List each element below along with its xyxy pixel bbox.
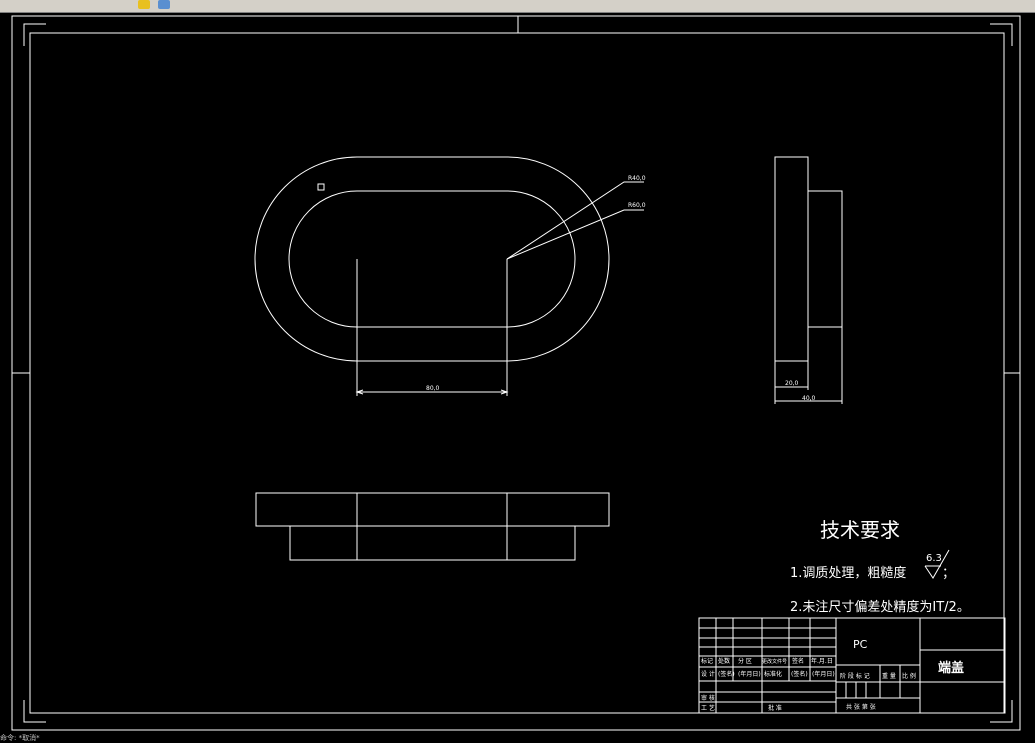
tb-label-approve: 批 准 — [768, 704, 782, 712]
tb-part-name: 端盖 — [938, 660, 964, 676]
tb-label-standard: 标准化 — [764, 670, 782, 678]
tech-requirement-1-end: ； — [942, 566, 955, 581]
tb-label-date: 年.月.日 — [811, 657, 833, 665]
front-view-inner-profile — [288, 190, 576, 328]
tb-label-design-sign: (签名) — [718, 670, 735, 678]
tb-label-weight: 重 量 — [882, 672, 896, 680]
open-file-icon[interactable] — [138, 0, 150, 9]
tech-requirement-1: 1.调质处理，粗糙度 — [790, 565, 906, 581]
tb-label-standard-sign: (签名) — [791, 670, 808, 678]
layer-icon[interactable] — [158, 0, 170, 9]
tb-label-mark: 标记 — [701, 657, 713, 665]
tb-label-design: 设 计 — [701, 670, 715, 678]
dim-text-r-outer: R60,0 — [628, 202, 646, 209]
dim-text-side-1: 20,0 — [785, 380, 799, 387]
toolbar-strip — [0, 0, 1035, 13]
front-view-outer-profile — [254, 156, 610, 362]
top-view-flange — [255, 492, 610, 527]
corner-mark-tr — [990, 23, 1013, 46]
tb-material: PC — [853, 638, 868, 651]
tb-label-scale: 比 例 — [902, 672, 916, 680]
tb-label-process: 工 艺 — [701, 704, 715, 712]
leader-r-outer — [506, 209, 644, 260]
side-view-boss — [807, 190, 843, 328]
tb-label-standard-date: (年月日) — [812, 670, 835, 678]
roughness-value: 6.3 — [926, 553, 942, 564]
tb-label-stage: 阶 段 标 记 — [840, 672, 870, 680]
tech-requirements-title: 技术要求 — [820, 518, 900, 542]
ucs-marker — [317, 183, 325, 191]
corner-mark-tl — [23, 23, 46, 46]
corner-mark-bl — [23, 700, 46, 723]
top-view-boss — [289, 525, 576, 561]
dim-text-side-2: 40,0 — [802, 395, 816, 402]
dim-text-r-inner: R40,0 — [628, 175, 646, 182]
side-view-flange — [774, 156, 809, 362]
tb-label-sheets: 共 张 第 张 — [846, 703, 876, 711]
tech-requirement-2: 2.未注尺寸偏差处精度为IT/2。 — [790, 599, 970, 615]
tb-label-sign: 签名 — [792, 657, 804, 665]
dim-text-length: 80,0 — [426, 385, 440, 392]
tb-label-design-date: (年月日) — [738, 670, 761, 678]
corner-mark-br — [990, 700, 1013, 723]
tb-label-change-doc: 更改文件号 — [762, 658, 787, 665]
drawing-canvas[interactable]: R40,0 R60,0 80,0 20,0 40,0 技术要求 1.调质处理，粗… — [0, 13, 1035, 739]
tb-label-count: 处数 — [718, 657, 730, 665]
outer-sheet-border — [11, 15, 1021, 731]
tb-label-review: 审 核 — [701, 694, 715, 702]
command-line[interactable]: 命令: *取消* — [0, 733, 40, 742]
tb-label-zone: 分 区 — [738, 657, 752, 665]
